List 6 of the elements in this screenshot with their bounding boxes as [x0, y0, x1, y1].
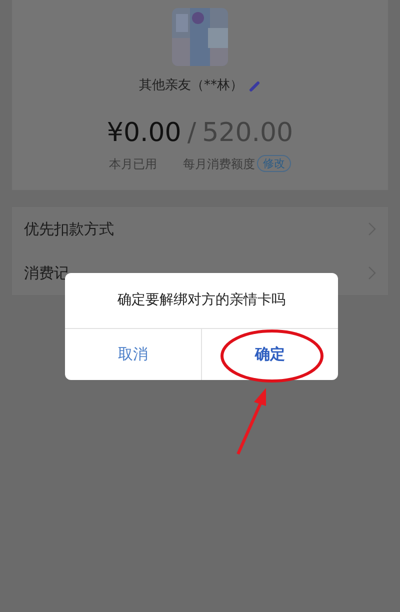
contact-name: 其他亲友（**林）	[139, 77, 243, 95]
limit-label: 每月消费额度	[183, 156, 255, 172]
used-amount: ¥0.00	[106, 116, 182, 150]
dialog-message: 确定要解绑对方的亲情卡吗	[116, 291, 286, 310]
separator: /	[187, 116, 196, 150]
used-label: 本月已用	[109, 156, 157, 172]
